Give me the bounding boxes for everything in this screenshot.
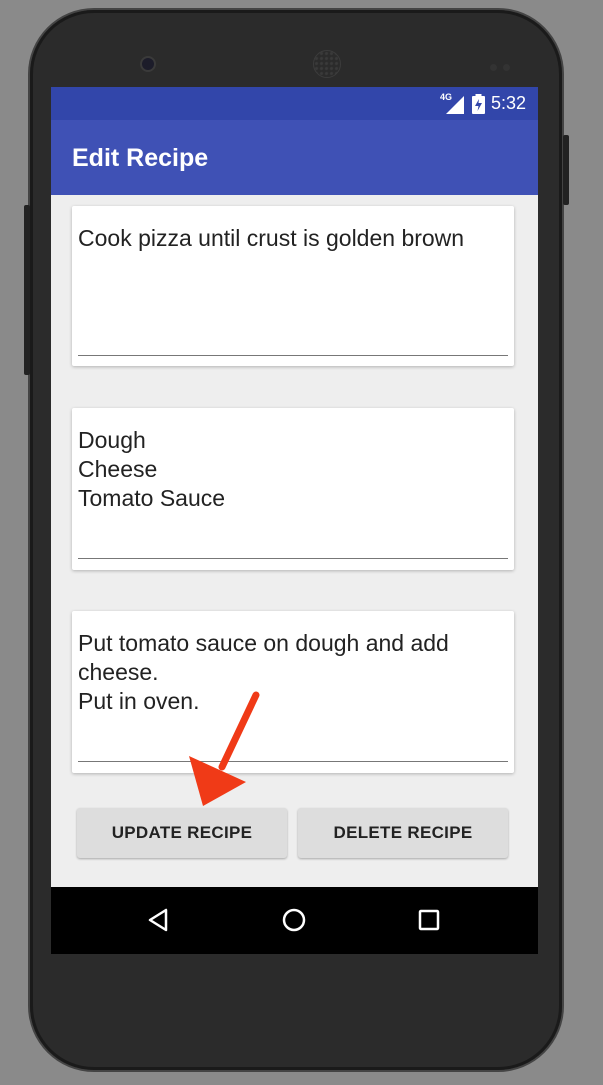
power-button [563,135,569,205]
field-underline [78,355,508,356]
recents-icon[interactable] [414,905,444,935]
directions-field[interactable]: Put tomato sauce on dough and add cheese… [72,611,514,773]
speaker-grille [313,50,341,78]
volume-button [24,205,30,375]
ingredients-text: Dough Cheese Tomato Sauce [78,427,226,511]
status-bar: 4G 5:32 [51,87,538,120]
home-icon[interactable] [279,905,309,935]
signal-icon: 4G [440,92,466,114]
delete-recipe-button[interactable]: DELETE RECIPE [298,808,508,858]
proximity-sensors [490,58,520,71]
update-recipe-button[interactable]: UPDATE RECIPE [77,808,287,858]
battery-icon [471,93,485,114]
app-bar: Edit Recipe [51,120,538,195]
navigation-bar [51,887,538,954]
field-underline [78,558,508,559]
description-text: Cook pizza until crust is golden brown [78,225,465,251]
directions-text: Put tomato sauce on dough and add cheese… [78,630,449,714]
field-underline [78,761,508,762]
front-camera [140,56,156,72]
back-icon[interactable] [144,905,174,935]
clock: 5:32 [490,93,526,113]
page-title: Edit Recipe [72,144,209,172]
ingredients-field[interactable]: Dough Cheese Tomato Sauce [72,408,514,570]
description-field[interactable]: Cook pizza until crust is golden brown [72,206,514,366]
screen: 4G 5:32 Edit Recipe Cook pizza until cru… [51,87,538,954]
